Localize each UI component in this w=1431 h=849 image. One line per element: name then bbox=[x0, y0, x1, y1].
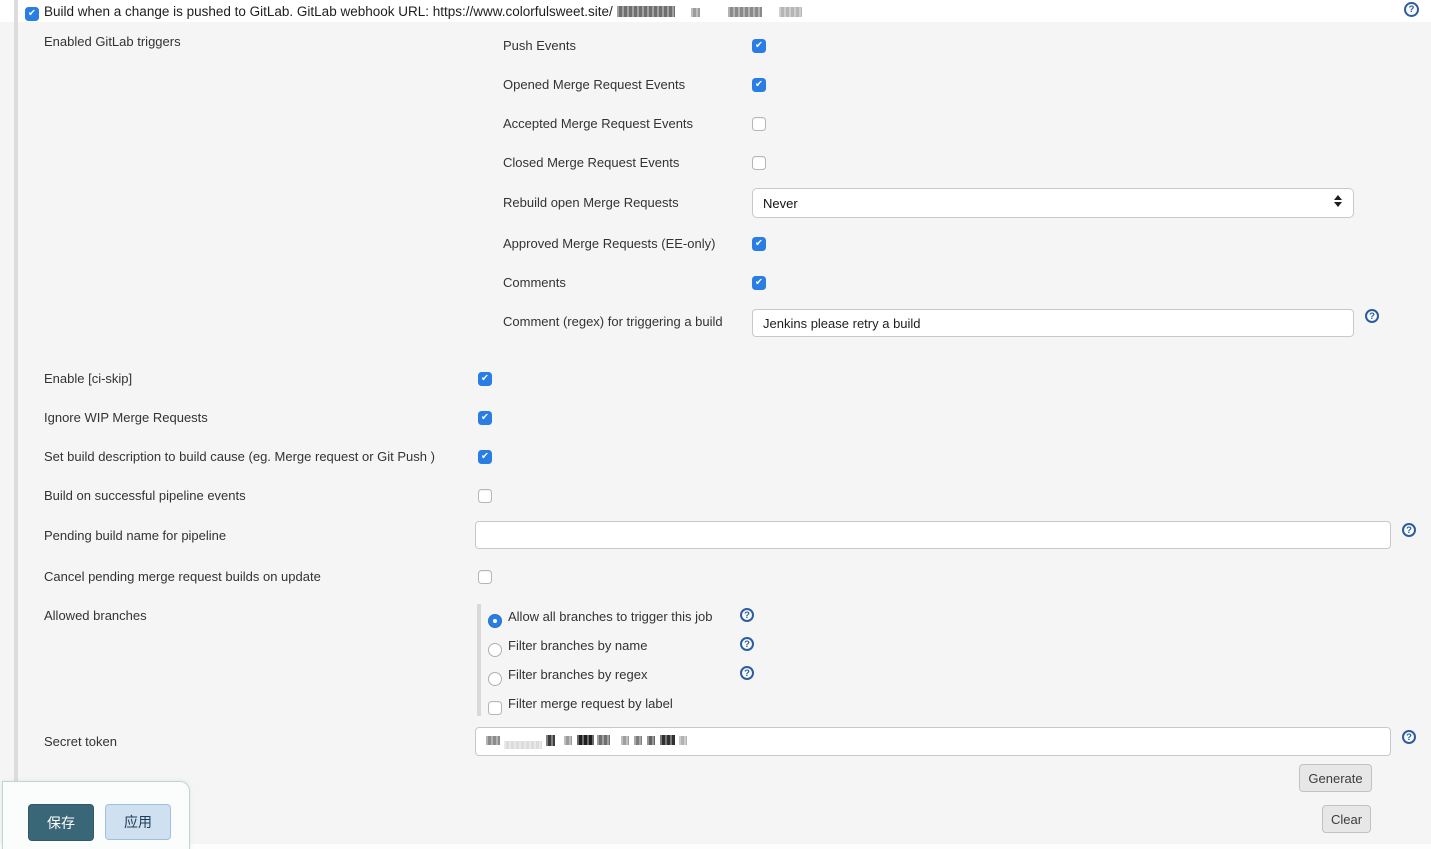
opened-mr-events-label: Opened Merge Request Events bbox=[503, 77, 685, 92]
ignore-wip-checkbox[interactable] bbox=[478, 411, 492, 425]
filter-branches-by-regex-label: Filter branches by regex bbox=[508, 667, 647, 682]
generate-button[interactable]: Generate bbox=[1299, 764, 1372, 792]
pending-build-name-input[interactable] bbox=[475, 521, 1391, 549]
filter-branches-by-regex-radio[interactable] bbox=[488, 672, 502, 686]
redacted-token-block bbox=[577, 735, 594, 745]
ci-skip-checkbox[interactable] bbox=[478, 372, 492, 386]
redacted-token-block bbox=[564, 736, 572, 745]
allowed-branches-label: Allowed branches bbox=[44, 608, 147, 623]
comment-regex-label: Comment (regex) for triggering a build bbox=[503, 314, 723, 329]
filter-branches-by-name-radio[interactable] bbox=[488, 643, 502, 657]
help-icon[interactable] bbox=[740, 608, 754, 622]
help-icon[interactable] bbox=[1365, 309, 1379, 323]
rebuild-open-mr-select[interactable]: Never bbox=[752, 188, 1354, 218]
push-events-label: Push Events bbox=[503, 38, 576, 53]
approved-mr-checkbox[interactable] bbox=[752, 237, 766, 251]
filter-branches-by-name-label: Filter branches by name bbox=[508, 638, 647, 653]
redacted-token-block bbox=[647, 736, 655, 745]
approved-mr-label: Approved Merge Requests (EE-only) bbox=[503, 236, 715, 251]
save-apply-panel: 保存 应用 bbox=[2, 781, 190, 849]
redacted-token-block bbox=[621, 736, 629, 745]
cancel-pending-label: Cancel pending merge request builds on u… bbox=[44, 569, 321, 584]
comment-regex-input[interactable] bbox=[752, 309, 1354, 337]
gitlab-trigger-header-row: Build when a change is pushed to GitLab.… bbox=[0, 0, 1431, 22]
bottom-strip bbox=[0, 844, 1431, 849]
closed-mr-events-checkbox[interactable] bbox=[752, 156, 766, 170]
filter-mr-by-label-label: Filter merge request by label bbox=[508, 696, 673, 711]
redacted-url-block bbox=[691, 8, 700, 17]
pipeline-events-label: Build on successful pipeline events bbox=[44, 488, 246, 503]
help-icon[interactable] bbox=[740, 666, 754, 680]
redacted-token-block bbox=[504, 741, 542, 749]
apply-button[interactable]: 应用 bbox=[105, 804, 171, 840]
help-icon[interactable] bbox=[1404, 2, 1419, 17]
closed-mr-events-label: Closed Merge Request Events bbox=[503, 155, 679, 170]
allowed-branches-indent-bar bbox=[477, 604, 481, 716]
redacted-token-block bbox=[597, 735, 610, 745]
redacted-token-block bbox=[634, 736, 642, 745]
ci-skip-label: Enable [ci-skip] bbox=[44, 371, 132, 386]
redacted-url-block bbox=[728, 7, 762, 17]
redacted-token-block bbox=[679, 736, 687, 745]
cancel-pending-checkbox[interactable] bbox=[478, 570, 492, 584]
rebuild-open-mr-selected-value: Never bbox=[763, 196, 798, 211]
clear-button[interactable]: Clear bbox=[1322, 805, 1371, 833]
filter-mr-by-label-checkbox[interactable] bbox=[488, 701, 502, 715]
allow-all-branches-radio[interactable] bbox=[488, 614, 502, 628]
pending-build-name-label: Pending build name for pipeline bbox=[44, 528, 226, 543]
gitlab-webhook-title: Build when a change is pushed to GitLab.… bbox=[44, 4, 613, 19]
redacted-url-block bbox=[617, 6, 675, 17]
save-button[interactable]: 保存 bbox=[28, 804, 94, 841]
comments-checkbox[interactable] bbox=[752, 276, 766, 290]
jenkins-gitlab-trigger-config-page: Build when a change is pushed to GitLab.… bbox=[0, 0, 1431, 849]
redacted-token-block bbox=[546, 735, 555, 746]
build-description-checkbox[interactable] bbox=[478, 450, 492, 464]
help-icon[interactable] bbox=[1402, 523, 1416, 537]
help-icon[interactable] bbox=[1402, 730, 1416, 744]
form-indent-bar bbox=[14, 0, 18, 781]
opened-mr-events-checkbox[interactable] bbox=[752, 78, 766, 92]
pipeline-events-checkbox[interactable] bbox=[478, 489, 492, 503]
select-spinner-icon bbox=[1334, 195, 1342, 207]
redacted-url-block bbox=[779, 7, 802, 17]
accepted-mr-events-label: Accepted Merge Request Events bbox=[503, 116, 693, 131]
rebuild-open-mr-label: Rebuild open Merge Requests bbox=[503, 195, 679, 210]
secret-token-label: Secret token bbox=[44, 734, 117, 749]
ignore-wip-label: Ignore WIP Merge Requests bbox=[44, 410, 208, 425]
build-description-label: Set build description to build cause (eg… bbox=[44, 449, 435, 464]
enabled-triggers-label: Enabled GitLab triggers bbox=[44, 34, 181, 49]
redacted-token-block bbox=[486, 736, 500, 745]
accepted-mr-events-checkbox[interactable] bbox=[752, 117, 766, 131]
comments-label: Comments bbox=[503, 275, 566, 290]
allow-all-branches-label: Allow all branches to trigger this job bbox=[508, 609, 713, 624]
help-icon[interactable] bbox=[740, 637, 754, 651]
secret-token-input[interactable] bbox=[475, 727, 1391, 756]
redacted-token-block bbox=[660, 735, 675, 745]
build-on-gitlab-push-checkbox[interactable] bbox=[25, 7, 39, 21]
push-events-checkbox[interactable] bbox=[752, 39, 766, 53]
